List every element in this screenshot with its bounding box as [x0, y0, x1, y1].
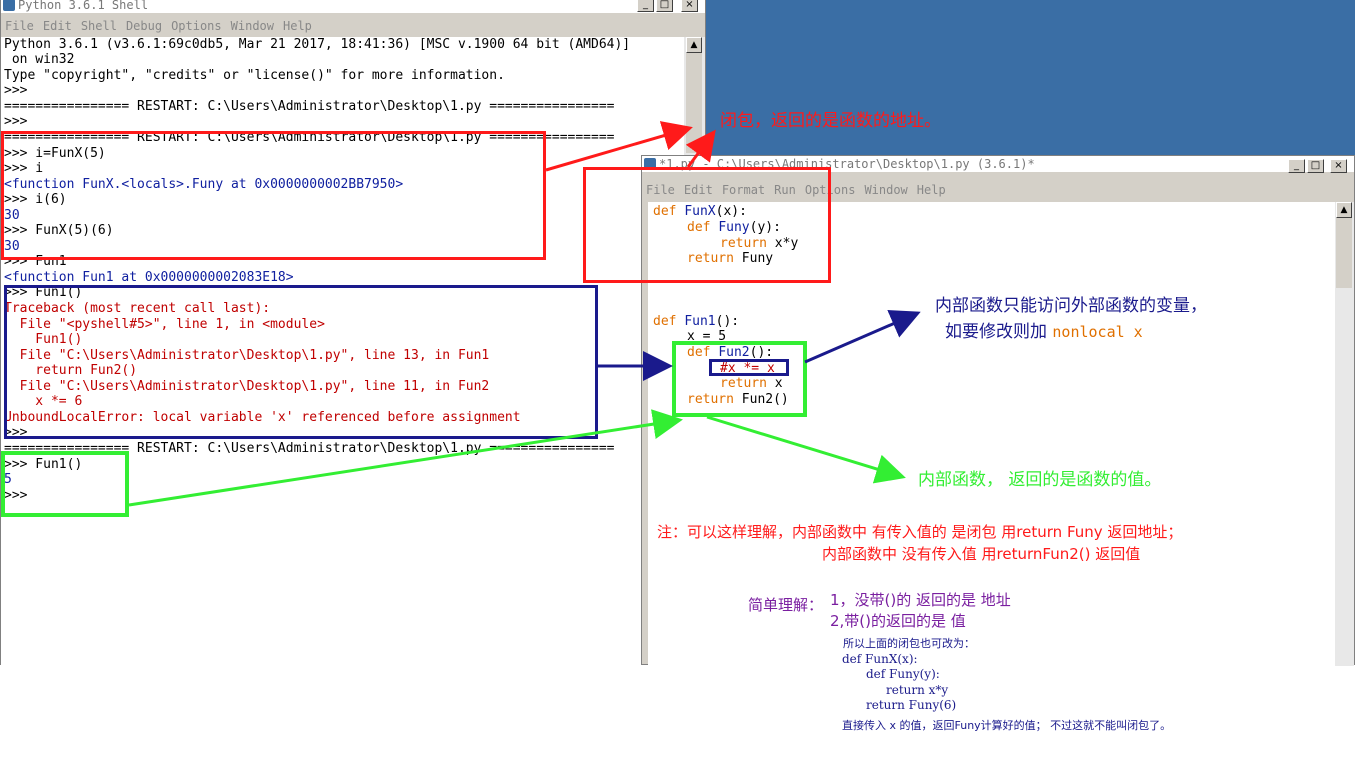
comment-code-box	[709, 359, 789, 376]
menu-file[interactable]: File	[5, 19, 34, 33]
shell-menubar: File Edit Shell Debug Options Window Help	[1, 16, 705, 36]
shell-title: Python 3.6.1 Shell	[18, 0, 149, 12]
close-icon[interactable]: ×	[681, 0, 698, 12]
menu-shell[interactable]: Shell	[81, 19, 117, 33]
maximize-icon[interactable]: □	[656, 0, 673, 12]
modify-text: 如要修改则加	[945, 322, 1047, 342]
python-icon	[3, 0, 15, 11]
alt-code-line: return x*y	[886, 683, 949, 697]
shell-line: Python 3.6.1 (v3.6.1:69c0db5, Mar 21 201…	[4, 37, 631, 52]
scroll-up-icon[interactable]: ▲	[1336, 202, 1352, 218]
menu-help[interactable]: Help	[917, 183, 946, 197]
shell-line: ================ RESTART: C:\Users\Admin…	[4, 99, 615, 114]
scroll-thumb[interactable]	[686, 53, 702, 153]
function-name: Fun1	[684, 314, 716, 329]
code-line: def Fun1():	[653, 314, 739, 329]
alt-intro: 所以上面的闭包也可改为：	[843, 637, 975, 650]
inner-access-note: 内部函数只能访问外部函数的变量，	[935, 296, 1207, 316]
shell-line: Type "copyright", "credits" or "license(…	[4, 68, 505, 83]
explain-note-1: 注：可以这样理解，内部函数中 有传入值的 是闭包 用return Funy 返回…	[657, 523, 1183, 541]
shell-line: >>>	[4, 114, 28, 129]
explain-note-2: 内部函数中 没有传入值 用returnFun2() 返回值	[822, 545, 1141, 563]
minimize-icon[interactable]: _	[1288, 159, 1305, 173]
shell-titlebar[interactable]: Python 3.6.1 Shell	[1, 0, 705, 13]
minimize-icon[interactable]: _	[637, 0, 654, 12]
nonlocal-keyword: nonlocal x	[1052, 323, 1143, 341]
menu-edit[interactable]: Edit	[43, 19, 72, 33]
inner-value-note: 内部函数， 返回的是函数的值。	[918, 470, 1162, 490]
simple-label: 简单理解：	[748, 596, 824, 614]
funx-code-box	[583, 167, 831, 283]
menu-window[interactable]: Window	[231, 19, 274, 33]
scroll-thumb[interactable]	[1336, 218, 1352, 288]
close-icon[interactable]: ×	[1330, 159, 1347, 173]
shell-line: on win32	[4, 52, 75, 67]
alt-code-line: def Funy(y):	[866, 667, 940, 681]
keyword: def	[653, 314, 677, 329]
closure-highlight-box	[1, 131, 546, 260]
result-highlight-box	[1, 451, 129, 517]
simple-point-2: 2,带()的返回的是 值	[830, 612, 966, 630]
editor-scrollbar[interactable]: ▲	[1335, 202, 1354, 666]
scroll-up-icon[interactable]: ▲	[686, 37, 702, 53]
alt-code-line: def FunX(x):	[842, 652, 918, 666]
closure-note: 闭包，返回的是函数的地址。	[720, 111, 941, 131]
shell-line: <function Fun1 at 0x0000000002083E18>	[4, 270, 294, 285]
menu-options[interactable]: Options	[171, 19, 222, 33]
menu-help[interactable]: Help	[283, 19, 312, 33]
fun1-code-box	[672, 341, 807, 417]
alt-code-line: return Funy(6)	[866, 698, 957, 712]
desktop-background	[706, 0, 1355, 155]
code-text: ():	[715, 314, 740, 329]
menu-debug[interactable]: Debug	[126, 19, 162, 33]
maximize-icon[interactable]: □	[1307, 159, 1324, 173]
menu-window[interactable]: Window	[864, 183, 907, 197]
alt-conclusion: 直接传入 x 的值，返回Funy计算好的值； 不过这就不能叫闭包了。	[842, 719, 1172, 732]
shell-line: >>>	[4, 83, 28, 98]
simple-point-1: 1，没带()的 返回的是 地址	[830, 591, 1011, 609]
inner-modify-note: 如要修改则加 nonlocal x	[945, 317, 1143, 342]
traceback-highlight-box	[4, 285, 598, 439]
